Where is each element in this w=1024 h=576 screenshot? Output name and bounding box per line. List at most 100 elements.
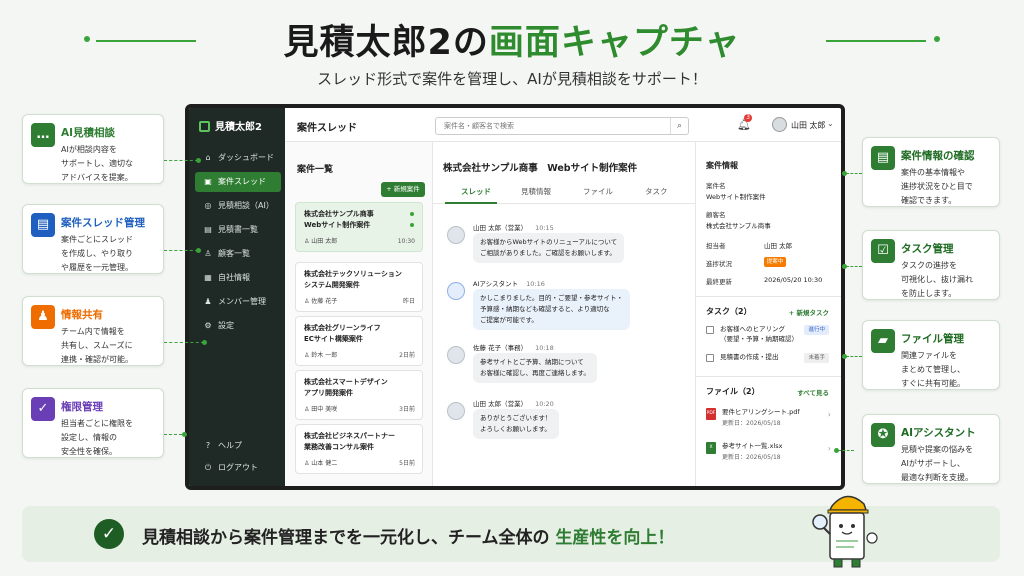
feature-title: タスク管理 (901, 243, 954, 255)
search-input[interactable] (435, 117, 689, 135)
unread-dot (410, 212, 414, 216)
sender-name: 山田 太郎（営業） (473, 400, 528, 408)
case-card-company: 株式会社テックソリューション (304, 270, 402, 278)
sidebar-item-threads[interactable]: ▣ 案件スレッド (195, 172, 281, 192)
tab-estimate[interactable]: 見積情報 (521, 186, 551, 197)
connector-line (838, 450, 854, 451)
mascot-illustration (812, 495, 878, 568)
document-icon: ▤ (871, 146, 895, 170)
file-name[interactable]: 参考サイト一覧.xlsx (722, 440, 782, 450)
connector-line (164, 434, 182, 435)
sidebar-item-dashboard[interactable]: ⌂ ダッシュボード (195, 148, 281, 168)
active-tab-indicator (445, 202, 497, 204)
message-line: ご相談がありました。ご確認をお願いします。 (480, 249, 616, 257)
file-date: 更新日：2026/05/18 (722, 454, 781, 461)
decor-dot (934, 36, 940, 42)
task-checkbox[interactable] (706, 354, 714, 362)
feature-line: チーム内で情報を (61, 327, 125, 336)
feature-line: 関連ファイルを (901, 351, 957, 360)
case-card-company: 株式会社サンプル商事 (304, 210, 374, 218)
connector-line (846, 173, 862, 174)
connector-line (846, 266, 862, 267)
check-icon: ✓ (94, 519, 124, 549)
avatar[interactable] (772, 117, 787, 132)
owner-value: 山田 太郎 (764, 242, 793, 250)
sidebar-item-logout[interactable]: ⏻ ログアウト (195, 458, 281, 478)
sidebar-item-estimates[interactable]: ▤ 見積書一覧 (195, 220, 281, 240)
user-name[interactable]: 山田 太郎 (791, 120, 826, 131)
owner-label: 担当者 (706, 242, 726, 250)
sidebar-item-settings[interactable]: ⚙ 設定 (195, 316, 281, 336)
thread-tabs: スレッド 見積情報 ファイル タスク (433, 182, 695, 204)
tab-files[interactable]: ファイル (583, 186, 613, 197)
title-text: 見積太郎2の (283, 23, 489, 63)
new-task-link[interactable]: + 新規タスク (789, 307, 829, 317)
connector-dot (196, 158, 201, 163)
file-name[interactable]: 要件ヒアリングシート.pdf (722, 406, 800, 416)
decor-line-left (96, 40, 196, 42)
tab-tasks[interactable]: タスク (645, 186, 668, 197)
new-case-button[interactable]: + 新規案件 (381, 182, 425, 197)
feature-line: 連携・確認が可能。 (61, 355, 133, 364)
message-line: お客様からWebサイトのリニューアルについて (480, 238, 618, 246)
help-icon: ? (205, 441, 211, 450)
connector-dot (842, 264, 847, 269)
tab-thread[interactable]: スレッド (461, 186, 491, 197)
chat-icon: … (31, 123, 55, 147)
case-card-project: 業務改善コンサル案件 (304, 443, 374, 451)
case-card[interactable]: 株式会社スマートデザイン アプリ開発案件 ♙ 田中 美咲 3日前 (295, 370, 423, 420)
connector-dot (842, 171, 847, 176)
feature-line: 最適な判断を支援。 (901, 473, 973, 482)
house-icon (199, 121, 210, 132)
sidebar-item-label: メンバー管理 (218, 297, 266, 306)
feature-card: ▤ 案件情報の確認 案件の基本情報や 進捗状況をひと目で 確認できます。 (862, 137, 1000, 207)
sidebar-item-label: ダッシュボード (218, 153, 274, 162)
sidebar-item-members[interactable]: ♟ メンバー管理 (195, 292, 281, 312)
case-card-person: ♙ 田中 美咲 (304, 404, 337, 413)
connector-line (164, 250, 198, 251)
chevron-right-icon[interactable]: › (828, 410, 831, 419)
case-card-project: ECサイト構築案件 (304, 335, 363, 343)
case-card[interactable]: 株式会社テックソリューション システム開発案件 ♙ 佐藤 花子 昨日 (295, 262, 423, 312)
sidebar-item-help[interactable]: ? ヘルプ (195, 436, 281, 456)
case-card-person-name: 山本 健二 (311, 460, 338, 467)
see-all-link[interactable]: すべて見る (797, 387, 829, 397)
task-checkbox[interactable] (706, 326, 714, 334)
topbar: 案件スレッド ⌕ 🔔︎ 3 山田 太郎 ⌄ (285, 108, 841, 142)
updated-value: 2026/05/20 10:30 (764, 276, 823, 284)
sidebar-item-label: 案件スレッド (218, 177, 266, 186)
task-item[interactable]: 見積書の作成・提出 (720, 352, 779, 362)
folder-icon: ▤ (31, 213, 55, 237)
feature-line: 進捗状況をひと目で (901, 182, 973, 191)
sender-name: AIアシスタント (473, 280, 519, 288)
case-card[interactable]: 株式会社ビジネスパートナー 業務改善コンサル案件 ♙ 山本 健二 5日前 (295, 424, 423, 474)
sidebar-item-label: 自社情報 (218, 273, 250, 282)
status-label: 進捗状況 (706, 260, 732, 268)
search-icon[interactable]: ⌕ (670, 118, 688, 134)
pdf-file-icon: PDF (706, 408, 716, 420)
feature-line: 設定し、情報の (61, 433, 117, 442)
message-line: かしこまりました。目的・ご要望・参考サイト・ (480, 294, 623, 302)
case-card[interactable]: 株式会社グリーンライフ ECサイト構築案件 ♙ 鈴木 一郎 2日前 (295, 316, 423, 366)
members-icon: ♟ (204, 297, 212, 306)
task-item[interactable]: お客様へのヒアリング （要望・予算・納期確認） (720, 324, 798, 344)
feature-line: タスクの進捗を (901, 261, 957, 270)
team-icon: ♟ (31, 305, 55, 329)
message-sender: AIアシスタント 10:16 (473, 278, 545, 288)
decor-line-right (826, 40, 926, 42)
case-card[interactable]: 株式会社サンプル商事 Webサイト制作案件 ♙ 山田 太郎 10:30 (295, 202, 423, 252)
case-card-company: 株式会社グリーンライフ (304, 324, 381, 332)
sidebar-item-ai-consult[interactable]: ◎ 見積相談（AI） (195, 196, 281, 216)
feature-desc: 担当者ごとに権限を 設定し、情報の 安全性を確保。 (61, 417, 133, 459)
message-sender: 佐藤 花子（事務） 10:18 (473, 342, 554, 352)
app-logo-text: 見積太郎2 (215, 122, 262, 133)
app-logo[interactable]: 見積太郎2 (199, 118, 262, 133)
chevron-right-icon[interactable]: › (828, 444, 831, 453)
sidebar-item-company[interactable]: ▦ 自社情報 (195, 268, 281, 288)
sidebar-item-label: ヘルプ (218, 441, 242, 450)
feature-desc: 案件の基本情報や 進捗状況をひと目で 確認できます。 (901, 166, 973, 208)
chevron-down-icon[interactable]: ⌄ (827, 119, 834, 128)
feature-card: ☑ タスク管理 タスクの進捗を 可視化し、抜け漏れ を防止します。 (862, 230, 1000, 300)
sidebar-item-customers[interactable]: ♙ 顧客一覧 (195, 244, 281, 264)
thread-icon: ▣ (204, 177, 212, 186)
